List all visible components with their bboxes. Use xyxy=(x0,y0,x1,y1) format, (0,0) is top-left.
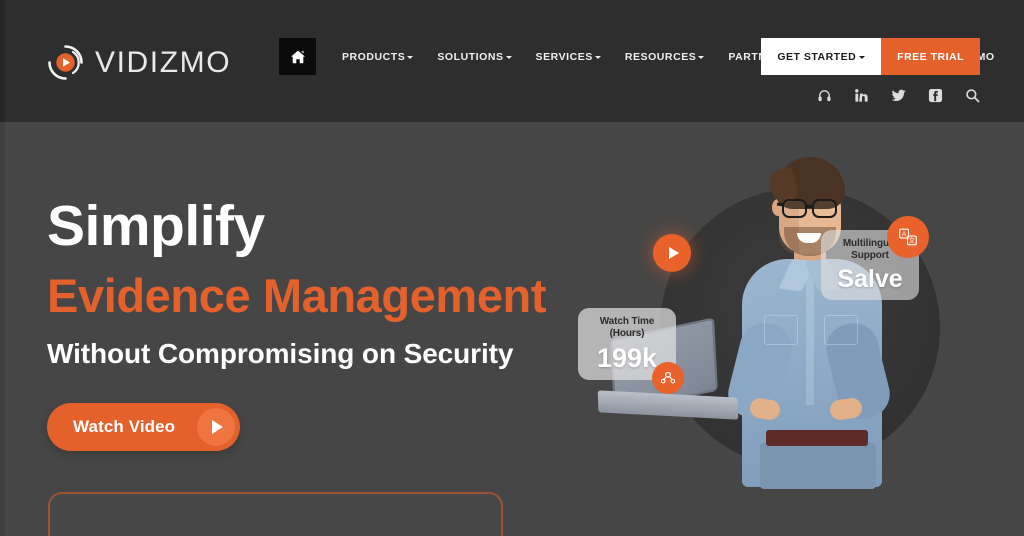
nav-item-resources[interactable]: RESOURCES xyxy=(613,51,716,63)
multilingual-badge: A 文 xyxy=(887,216,929,258)
nav-home-button[interactable] xyxy=(279,38,316,75)
chevron-down-icon xyxy=(505,56,512,59)
facebook-icon[interactable] xyxy=(928,88,943,103)
chevron-down-icon xyxy=(594,56,601,59)
play-icon xyxy=(197,408,236,446)
watch-video-button[interactable]: Watch Video xyxy=(47,403,241,451)
nav-item-label: RESOURCES xyxy=(624,50,697,63)
hero-headline-line1: Simplify xyxy=(47,194,265,258)
stat-card-label-line2: Support xyxy=(851,250,889,261)
landing-page: VIDIZMO PRODUCTS SOLUTIONS SERVICES RESO… xyxy=(0,0,1024,536)
person-with-laptop-image xyxy=(678,147,928,489)
chevron-down-icon xyxy=(859,56,866,59)
nav-item-solutions[interactable]: SOLUTIONS xyxy=(425,51,523,63)
get-started-button[interactable]: GET STARTED xyxy=(761,38,882,75)
home-icon xyxy=(290,49,306,65)
hero-illustration: Watch Time (Hours) 199k Multilingual Sup… xyxy=(560,122,1024,536)
headphones-icon[interactable] xyxy=(817,88,832,103)
stat-card-value: Salve xyxy=(837,265,903,294)
free-trial-button[interactable]: FREE TRIAL xyxy=(881,38,980,75)
multilingual-icon: A 文 xyxy=(897,226,919,248)
twitter-icon[interactable] xyxy=(891,88,906,103)
bottom-highlight-panel xyxy=(48,492,503,536)
header-cta-group: GET STARTED FREE TRIAL xyxy=(761,38,980,75)
chevron-down-icon xyxy=(698,56,705,59)
nav-item-label: PRODUCTS xyxy=(342,50,406,63)
hero-headline-line2: Evidence Management xyxy=(47,269,547,322)
brand-logo[interactable]: VIDIZMO xyxy=(47,44,231,81)
svg-text:A: A xyxy=(902,231,907,238)
browser-edge-strip-lower xyxy=(0,122,5,536)
free-trial-label: FREE TRIAL xyxy=(897,50,964,63)
nav-item-products[interactable]: PRODUCTS xyxy=(330,51,425,63)
play-icon xyxy=(668,247,679,259)
brand-logo-text: VIDIZMO xyxy=(95,45,232,79)
users-icon xyxy=(659,369,677,387)
search-icon[interactable] xyxy=(965,88,980,103)
get-started-label: GET STARTED xyxy=(777,50,857,63)
chevron-down-icon xyxy=(407,56,414,59)
nav-item-services[interactable]: SERVICES xyxy=(524,51,613,63)
nav-item-label: SOLUTIONS xyxy=(437,50,504,63)
hero-section: Simplify Evidence Management Without Com… xyxy=(0,122,1024,536)
vidizmo-play-circle-logo-icon xyxy=(47,44,84,81)
site-header: VIDIZMO PRODUCTS SOLUTIONS SERVICES RESO… xyxy=(0,0,1024,122)
stat-card-label-line2: (Hours) xyxy=(609,328,645,339)
watch-video-label: Watch Video xyxy=(73,417,176,436)
stat-card-value: 199k xyxy=(596,343,658,374)
users-badge xyxy=(652,362,684,394)
svg-text:文: 文 xyxy=(909,236,916,245)
play-badge[interactable] xyxy=(653,234,691,272)
linkedin-icon[interactable] xyxy=(854,88,869,103)
hero-copy: Simplify Evidence Management Without Com… xyxy=(47,194,547,370)
nav-item-label: SERVICES xyxy=(535,50,593,63)
stat-card-label-line1: Watch Time xyxy=(599,315,655,327)
social-links xyxy=(817,88,980,103)
hero-subheadline: Without Compromising on Security xyxy=(47,338,514,370)
